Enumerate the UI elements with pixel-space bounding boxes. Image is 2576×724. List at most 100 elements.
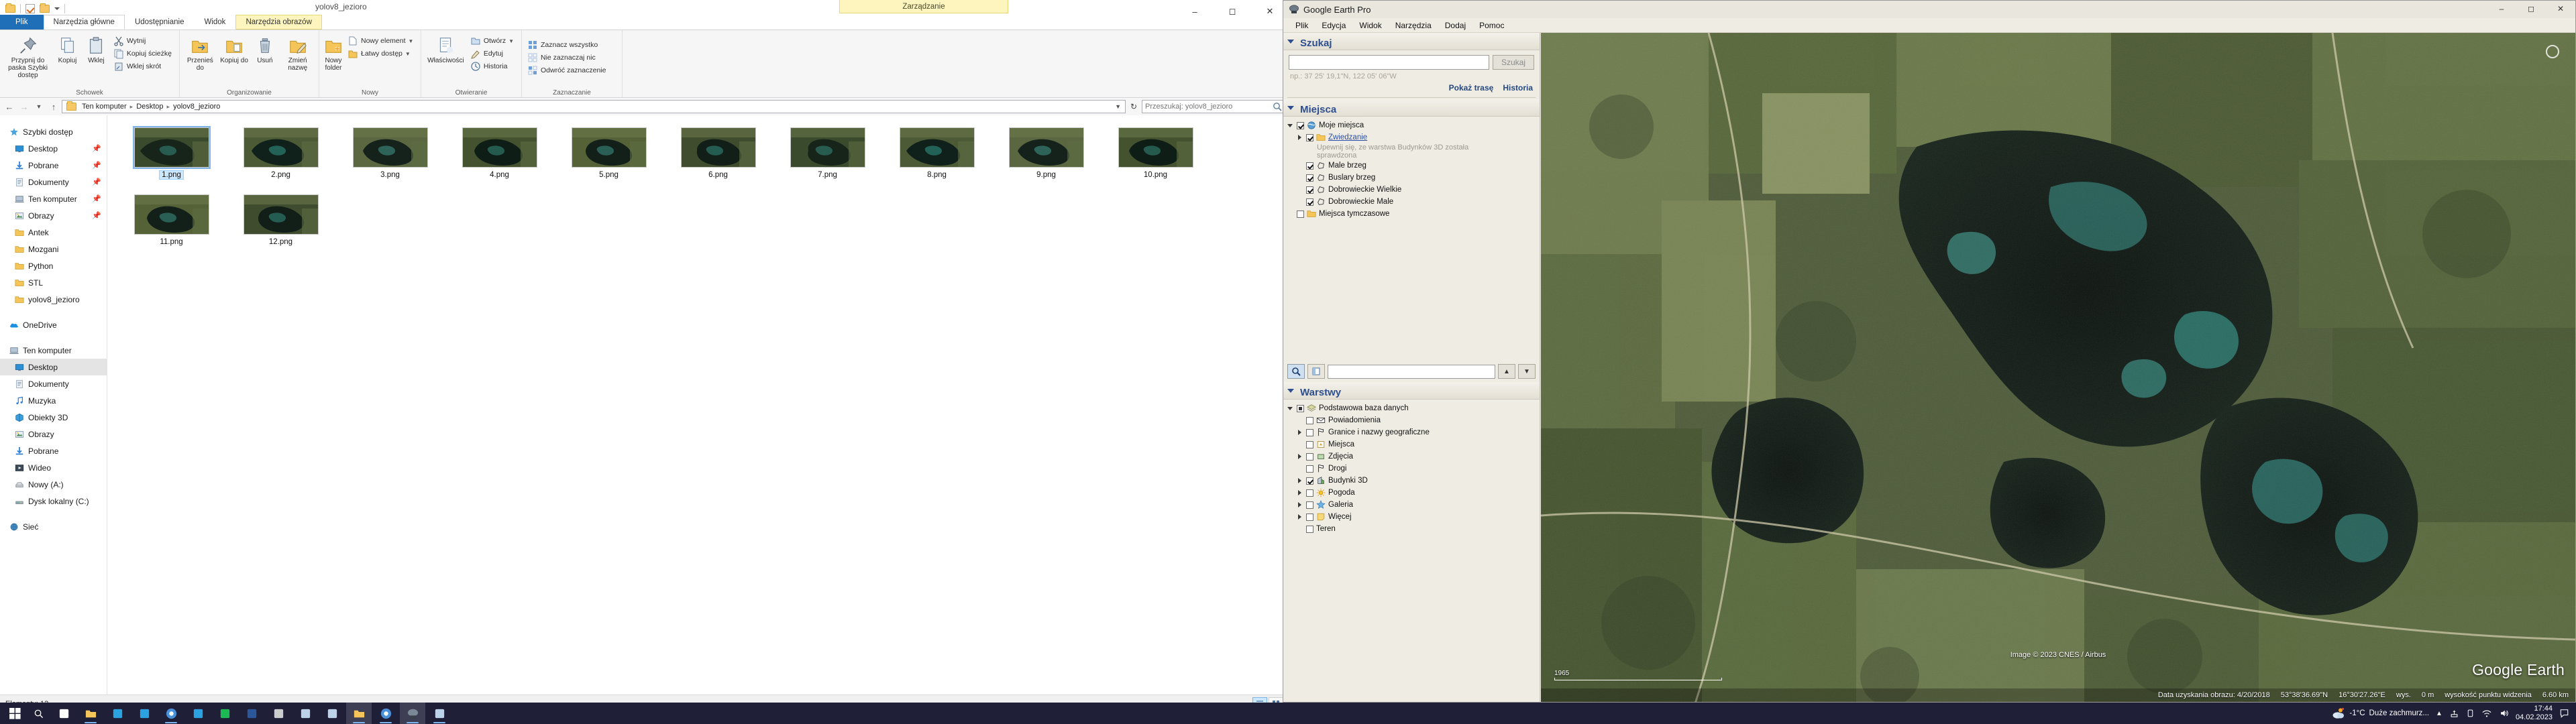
earth-menu-edycja[interactable]: Edycja (1315, 19, 1352, 32)
layers-search-button[interactable] (1287, 364, 1305, 379)
taskbar-photos-taskbar-button[interactable] (427, 703, 452, 724)
refresh-button[interactable]: ↻ (1127, 100, 1140, 113)
layers-panel-header[interactable]: Warstwy (1283, 382, 1540, 400)
nav-item-pobrane[interactable]: Pobrane 📌 (0, 157, 107, 174)
earth-maximize-button[interactable]: ◻ (2516, 1, 2546, 17)
recent-locations-button[interactable]: ▼ (32, 100, 46, 113)
explorer-maximize-button[interactable]: ◻ (1214, 0, 1251, 23)
layers-collapse-icon[interactable] (1287, 388, 1294, 393)
layers-panel-button[interactable] (1307, 364, 1325, 379)
taskbar-chrome-taskbar-button[interactable] (373, 703, 398, 724)
paste-button[interactable]: Wklej (83, 32, 109, 64)
tree-item-checkbox[interactable] (1306, 428, 1313, 436)
tree-item-budynki-3d[interactable]: Budynki 3D (1286, 475, 1540, 487)
nav-item-szybki-dost-p[interactable]: Szybki dostęp (0, 123, 107, 140)
taskbar-chrome-button[interactable] (158, 703, 184, 724)
breadcrumb-bar[interactable]: Ten komputer ▸ Desktop ▸ yolov8_jezioro … (62, 100, 1126, 113)
tree-item-buslary-brzeg[interactable]: Buslary brzeg (1286, 172, 1540, 184)
nav-item-yolov8-jezioro[interactable]: yolov8_jezioro (0, 291, 107, 308)
tree-item-zwiedzanie[interactable]: Zwiedzanie (1286, 131, 1540, 143)
earth-minimize-button[interactable]: – (2487, 1, 2516, 17)
tree-item-checkbox[interactable] (1306, 489, 1313, 497)
nav-item-onedrive[interactable]: OneDrive (0, 316, 107, 333)
taskbar-store-button[interactable] (131, 703, 157, 724)
nav-item-dokumenty[interactable]: Dokumenty 📌 (0, 174, 107, 190)
action-center-icon[interactable] (2559, 709, 2569, 718)
nav-item-dokumenty[interactable]: Dokumenty (0, 375, 107, 392)
taskbar-cortana-button[interactable] (292, 703, 318, 724)
earth-search-button[interactable]: Szukaj (1492, 55, 1534, 70)
weather-widget[interactable]: -1°C Duże zachmurz... (2332, 707, 2429, 719)
tab-narzedzia-obrazow[interactable]: Narzędzia obrazów (235, 15, 322, 29)
tree-item-miejsca-tymczasowe[interactable]: Miejsca tymczasowe (1286, 208, 1540, 220)
breadcrumb-item-1[interactable]: Desktop (134, 102, 165, 111)
show-hidden-icons-button[interactable]: ▲ (2436, 710, 2443, 717)
select-none-button[interactable]: Nie zaznaczaj nic (526, 52, 609, 64)
nav-item-stl[interactable]: STL (0, 274, 107, 291)
search-panel-header[interactable]: Szukaj (1283, 33, 1540, 50)
expander-closed-icon[interactable] (1297, 490, 1301, 495)
history-button[interactable]: Historia (469, 60, 517, 72)
taskbar-mail-button[interactable] (185, 703, 211, 724)
new-folder-qat-icon[interactable] (40, 3, 50, 13)
tab-narzedzia-glowne[interactable]: Narzędzia główne (43, 15, 125, 29)
properties-qat-icon[interactable] (25, 4, 35, 13)
taskbar-people-button[interactable] (319, 703, 345, 724)
delete-button[interactable]: Usuń (252, 32, 278, 64)
file-item[interactable]: 9.png (991, 125, 1101, 192)
properties-button[interactable]: Właściwości (425, 32, 466, 64)
nav-item-desktop[interactable]: Desktop (0, 359, 107, 375)
tree-item-checkbox[interactable] (1306, 133, 1313, 141)
nav-item-obiekty-3d[interactable]: Obiekty 3D (0, 409, 107, 426)
nav-item-nowy-a[interactable]: Nowy (A:) (0, 476, 107, 493)
file-item[interactable]: 6.png (663, 125, 773, 192)
nav-item-pobrane[interactable]: Pobrane (0, 442, 107, 459)
easy-access-button[interactable]: Łatwy dostęp ▼ (346, 48, 417, 60)
expander-closed-icon[interactable] (1297, 135, 1301, 140)
places-panel-header[interactable]: Miejsca (1283, 99, 1540, 117)
copy-path-button[interactable]: Kopiuj ścieżkę (112, 48, 175, 60)
pin-to-quick-access-button[interactable]: Przypnij do paska Szybki dostęp (4, 32, 52, 79)
new-folder-button[interactable]: Nowy folder (323, 32, 343, 72)
tree-item-wi-cej[interactable]: Więcej (1286, 511, 1540, 523)
pin-icon[interactable]: 📌 (92, 144, 107, 153)
customize-qat-dropdown-icon[interactable] (54, 7, 60, 10)
nav-item-python[interactable]: Python (0, 257, 107, 274)
taskbar-clock[interactable]: 17:44 04.02.2023 (2516, 705, 2553, 722)
up-button[interactable]: ↑ (47, 100, 60, 113)
tree-item-checkbox[interactable] (1306, 513, 1313, 521)
paste-shortcut-button[interactable]: Wklej skrót (112, 60, 175, 72)
tab-plik[interactable]: Plik (0, 15, 44, 29)
file-list-pane[interactable]: 1.png 2.png 3.png 4.png 5.png 6.png 7.png 8.png… (107, 115, 1289, 695)
nav-item-sie[interactable]: Sieć (0, 518, 107, 535)
breadcrumb-item-2[interactable]: yolov8_jezioro (171, 102, 222, 111)
rename-button[interactable]: Zmień nazwę (280, 32, 315, 72)
nav-item-ten-komputer[interactable]: Ten komputer (0, 342, 107, 359)
file-item[interactable]: 1.png (117, 125, 226, 192)
tree-item-checkbox[interactable] (1306, 525, 1313, 533)
layers-prev-button[interactable]: ▲ (1498, 364, 1515, 379)
explorer-minimize-button[interactable]: – (1176, 0, 1214, 23)
file-item[interactable]: 11.png (117, 192, 226, 259)
back-button[interactable]: ← (3, 100, 16, 113)
earth-navigation-compass[interactable] (2546, 45, 2559, 58)
nav-item-mozgani[interactable]: Mozgani (0, 241, 107, 257)
file-item[interactable]: 4.png (445, 125, 554, 192)
tree-item-drogi[interactable]: Drogi (1286, 463, 1540, 475)
forward-button[interactable]: → (17, 100, 31, 113)
expander-closed-icon[interactable] (1297, 478, 1301, 483)
taskbar-word-button[interactable] (239, 703, 264, 724)
tree-item-checkbox[interactable] (1306, 440, 1313, 448)
taskbar-earth-taskbar-button[interactable] (400, 703, 425, 724)
move-to-button[interactable]: Przenieś do (184, 32, 217, 72)
layers-next-button[interactable]: ▼ (1518, 364, 1536, 379)
pin-icon[interactable]: 📌 (92, 211, 107, 220)
earth-map-viewport[interactable]: Image © 2023 CNES / Airbus Google Earth … (1541, 33, 2575, 702)
tree-item-moje-miejsca[interactable]: Moje miejsca (1286, 119, 1540, 131)
show-route-link[interactable]: Pokaż trasę (1449, 83, 1494, 93)
expander-open-icon[interactable] (1287, 406, 1293, 410)
nav-item-antek[interactable]: Antek (0, 224, 107, 241)
pin-icon[interactable]: 📌 (92, 161, 107, 170)
nav-item-obrazy[interactable]: Obrazy (0, 426, 107, 442)
nav-item-dysk-lokalny-c[interactable]: Dysk lokalny (C:) (0, 493, 107, 509)
